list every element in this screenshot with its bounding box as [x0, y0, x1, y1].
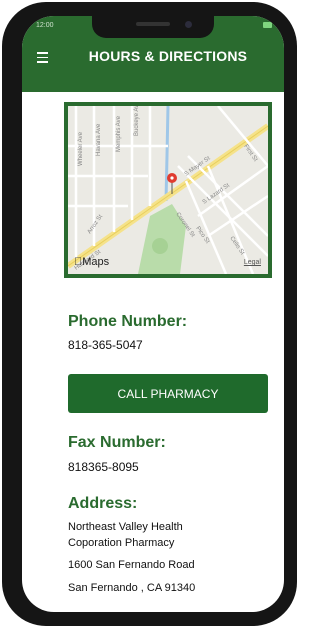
- hamburger-menu-icon[interactable]: [36, 50, 50, 64]
- address-line: Northeast Valley Health: [68, 521, 183, 533]
- location-map[interactable]: Wheeler Ave Havana Ave Memphis Ave Bucke…: [64, 102, 272, 278]
- front-camera: [185, 21, 192, 28]
- phone-label: Phone Number:: [68, 313, 188, 330]
- address-label: Address:: [68, 495, 138, 512]
- map-drawing: Wheeler Ave Havana Ave Memphis Ave Bucke…: [68, 106, 268, 274]
- svg-text:Havana Ave: Havana Ave: [96, 123, 102, 156]
- app-screen: 12:00 HOURS & DIRECTIONS Wheeler Ave Hav…: [22, 16, 284, 612]
- phone-frame: 12:00 HOURS & DIRECTIONS Wheeler Ave Hav…: [2, 2, 297, 626]
- call-pharmacy-button[interactable]: CALL PHARMACY: [68, 374, 268, 413]
- map-legal-link[interactable]: Legal: [244, 259, 261, 266]
- fax-value: 818365-8095: [68, 460, 139, 474]
- speaker-grille: [136, 22, 170, 26]
- phone-value[interactable]: 818-365-5047: [68, 338, 143, 352]
- fax-label: Fax Number:: [68, 434, 166, 451]
- device-notch: [92, 16, 214, 38]
- svg-text:Buckeye Ave: Buckeye Ave: [134, 106, 140, 136]
- svg-text:Wheeler Ave: Wheeler Ave: [78, 131, 84, 166]
- svg-text:Memphis Ave: Memphis Ave: [116, 115, 122, 152]
- maps-label: Maps: [74, 256, 109, 268]
- apple-maps-logo: Maps: [74, 256, 109, 268]
- status-time: 12:00: [36, 22, 54, 29]
- page-title: HOURS & DIRECTIONS: [88, 48, 248, 64]
- address-line: Coporation Pharmacy: [68, 537, 175, 549]
- address-line: San Fernando , CA 91340: [68, 582, 196, 594]
- battery-icon: [263, 22, 272, 28]
- address-line: 1600 San Fernando Road: [68, 559, 195, 571]
- home-indicator[interactable]: [92, 603, 214, 606]
